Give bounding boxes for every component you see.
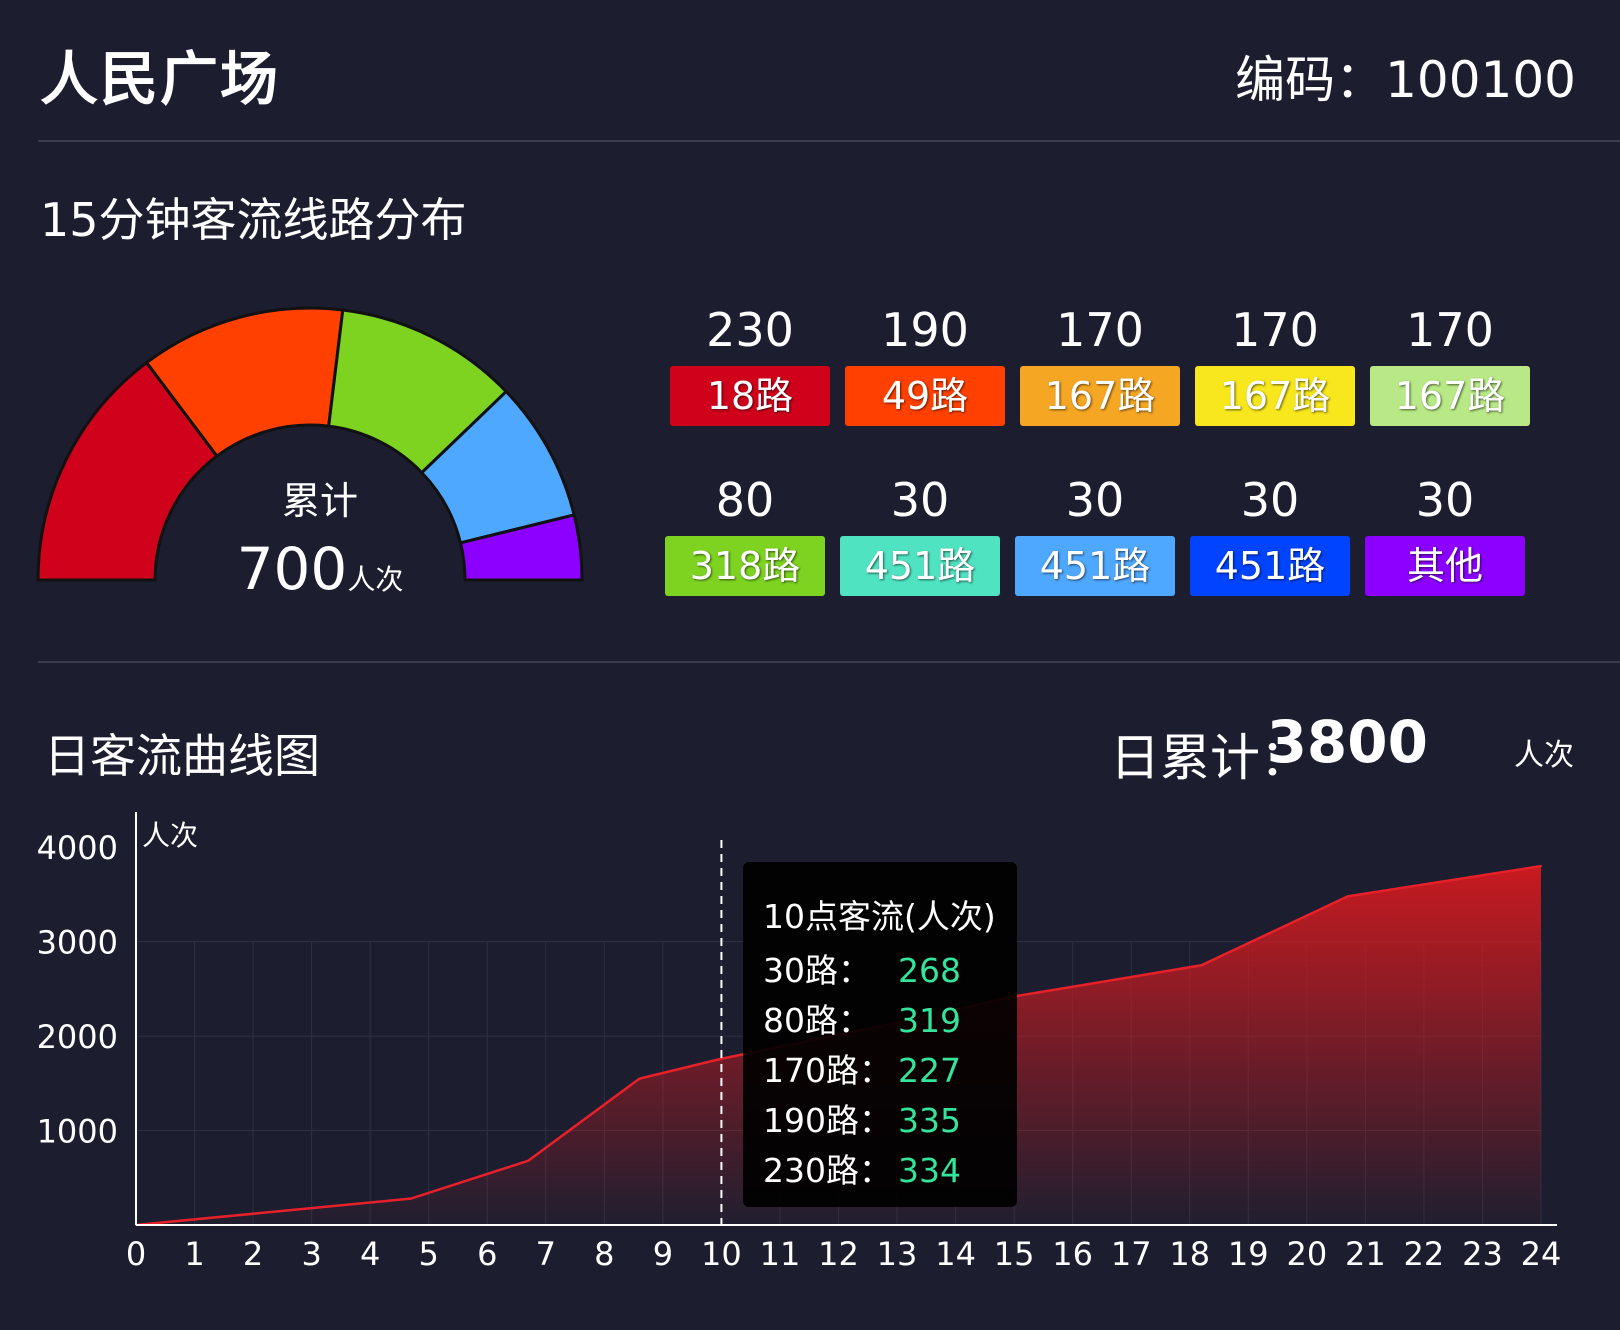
gauge-chart: 累计 700人次 xyxy=(20,300,620,620)
data-point xyxy=(720,1057,723,1060)
legend-item: 30 451路 xyxy=(1190,470,1350,596)
legend-value: 190 xyxy=(881,303,969,357)
x-tick-label: 3 xyxy=(301,1235,321,1273)
x-tick-label: 19 xyxy=(1228,1235,1269,1273)
tooltip-row: 80路： 319 xyxy=(763,994,1013,1042)
x-tick-label: 18 xyxy=(1169,1235,1210,1273)
tooltip-row: 190路： 335 xyxy=(763,1094,1013,1142)
section-title-distribution: 15分钟客流线路分布 xyxy=(40,193,467,247)
x-tick-label: 21 xyxy=(1345,1235,1386,1273)
x-tick-label: 6 xyxy=(477,1235,497,1273)
tooltip-value: 319 xyxy=(898,1001,961,1040)
legend-value: 170 xyxy=(1056,303,1144,357)
x-tick-label: 14 xyxy=(935,1235,976,1273)
tooltip-row: 230路： 334 xyxy=(763,1144,1013,1192)
legend-item: 30 451路 xyxy=(1015,470,1175,596)
divider-middle xyxy=(38,661,1620,663)
legend-value: 170 xyxy=(1231,303,1319,357)
legend-route-tag: 167路 xyxy=(1370,366,1530,426)
data-point xyxy=(1540,865,1542,868)
legend-item: 170 167路 xyxy=(1370,300,1530,426)
tooltip-value: 335 xyxy=(898,1101,961,1140)
section-title-daily: 日客流曲线图 xyxy=(44,729,320,783)
legend-value: 30 xyxy=(1240,473,1300,527)
y-tick-label: 4000 xyxy=(37,829,118,867)
tooltip-row: 30路： 268 xyxy=(763,944,1013,992)
tooltip-value: 227 xyxy=(898,1051,961,1090)
legend-value: 170 xyxy=(1406,303,1494,357)
legend-item: 30 其他 xyxy=(1365,470,1525,596)
x-tick-label: 12 xyxy=(818,1235,859,1273)
tooltip-key: 30路： xyxy=(763,951,871,990)
legend-item: 230 18路 xyxy=(670,300,830,426)
legend-item: 170 167路 xyxy=(1195,300,1355,426)
legend-route-tag: 167路 xyxy=(1195,366,1355,426)
legend-value: 230 xyxy=(706,303,794,357)
route-legend: 230 18路 190 49路 170 167路 170 167路 170 167路 80 318路 3… xyxy=(665,300,1570,610)
y-tick-label: 2000 xyxy=(37,1018,118,1056)
data-point xyxy=(410,1197,413,1200)
gauge-total-unit: 人次 xyxy=(347,563,404,596)
gauge-label: 累计 xyxy=(281,479,358,523)
x-tick-label: 20 xyxy=(1286,1235,1327,1273)
legend-item: 170 167路 xyxy=(1020,300,1180,426)
y-tick-label: 3000 xyxy=(37,924,118,962)
y-tick-label: 1000 xyxy=(37,1113,118,1151)
x-tick-label: 5 xyxy=(419,1235,439,1273)
x-tick-label: 1 xyxy=(184,1235,204,1273)
tooltip-value: 334 xyxy=(898,1151,961,1190)
data-point xyxy=(1346,895,1349,898)
x-tick-label: 22 xyxy=(1404,1235,1445,1273)
legend-route-tag: 451路 xyxy=(1015,536,1175,596)
legend-route-tag: 18路 xyxy=(670,366,830,426)
x-tick-label: 23 xyxy=(1462,1235,1503,1273)
gauge-total-value: 700 xyxy=(236,535,348,603)
legend-route-tag: 451路 xyxy=(840,536,1000,596)
divider-top xyxy=(38,140,1620,142)
legend-item: 190 49路 xyxy=(845,300,1005,426)
data-point xyxy=(638,1077,641,1080)
chart-tooltip: 10点客流(人次) 30路： 268 80路： 319 170路： 227 190路：… xyxy=(743,862,1017,1207)
y-axis-label: 人次 xyxy=(142,819,198,852)
tooltip-key: 190路： xyxy=(763,1101,892,1140)
x-tick-label: 17 xyxy=(1111,1235,1152,1273)
tooltip-key: 170路： xyxy=(763,1051,892,1090)
tooltip-key: 80路： xyxy=(763,1001,871,1040)
daily-total-value: 3800 xyxy=(1266,708,1428,776)
x-tick-label: 15 xyxy=(994,1235,1035,1273)
data-point xyxy=(1200,964,1203,967)
x-tick-label: 7 xyxy=(536,1235,556,1273)
legend-value: 80 xyxy=(715,473,775,527)
x-tick-label: 24 xyxy=(1521,1235,1562,1273)
daily-total-unit: 人次 xyxy=(1514,738,1574,773)
legend-value: 30 xyxy=(1065,473,1125,527)
legend-route-tag: 451路 xyxy=(1190,536,1350,596)
legend-route-tag: 其他 xyxy=(1365,536,1525,596)
x-tick-label: 8 xyxy=(594,1235,614,1273)
page-title: 人民广场 xyxy=(40,45,281,113)
x-tick-label: 2 xyxy=(243,1235,263,1273)
legend-route-tag: 49路 xyxy=(845,366,1005,426)
x-tick-label: 0 xyxy=(126,1235,146,1273)
legend-route-tag: 167路 xyxy=(1020,366,1180,426)
x-tick-label: 11 xyxy=(760,1235,801,1273)
x-tick-label: 4 xyxy=(360,1235,380,1273)
x-tick-label: 9 xyxy=(653,1235,673,1273)
legend-item: 30 451路 xyxy=(840,470,1000,596)
tooltip-row: 170路： 227 xyxy=(763,1044,1013,1092)
data-point xyxy=(527,1159,530,1162)
x-tick-label: 13 xyxy=(877,1235,918,1273)
station-code: 编码：100100 xyxy=(1235,51,1576,109)
gauge-total: 700人次 xyxy=(20,535,620,603)
legend-value: 30 xyxy=(890,473,950,527)
tooltip-title: 10点客流(人次) xyxy=(763,897,996,936)
legend-route-tag: 318路 xyxy=(665,536,825,596)
legend-value: 30 xyxy=(1415,473,1475,527)
x-tick-label: 16 xyxy=(1052,1235,1093,1273)
tooltip-key: 230路： xyxy=(763,1151,892,1190)
tooltip-value: 268 xyxy=(898,951,961,990)
x-tick-label: 10 xyxy=(701,1235,742,1273)
legend-item: 80 318路 xyxy=(665,470,825,596)
